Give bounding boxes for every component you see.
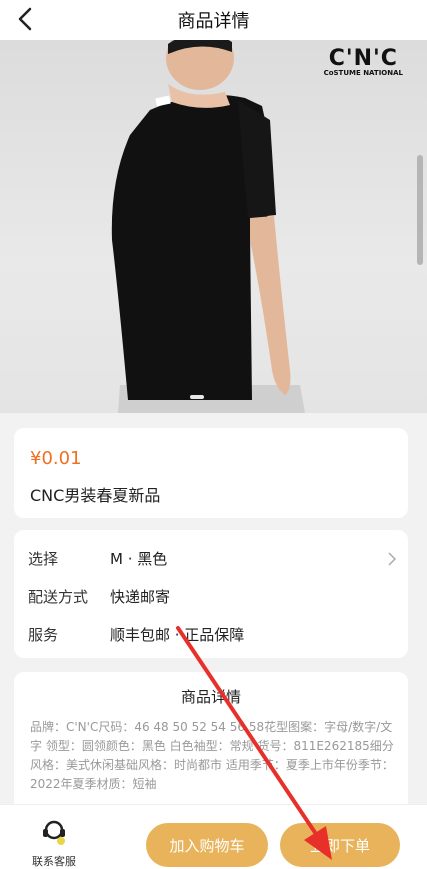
bottom-action-bar: 联系客服 加入购物车 立即下单 [0, 804, 427, 869]
back-button[interactable] [10, 4, 40, 34]
option-value: M · 黑色 [110, 549, 168, 568]
option-label: 服务 [28, 625, 59, 644]
customer-service-button[interactable]: 联系客服 [24, 817, 84, 869]
product-name: CNC男装春夏新品 [30, 486, 161, 505]
option-service-row: 服务 顺丰包邮 · 正品保障 [28, 622, 244, 646]
option-delivery-row: 配送方式 快递邮寄 [28, 584, 170, 608]
detail-text: 品牌：C'N'C尺码：46 48 50 52 54 56 58花型图案：字母/数… [30, 720, 394, 791]
add-to-cart-button[interactable]: 加入购物车 [146, 823, 268, 867]
option-label: 选择 [28, 549, 59, 568]
buy-now-button[interactable]: 立即下单 [280, 823, 400, 867]
brand-logo: C'N'C CoSTUME NATIONAL [323, 46, 403, 77]
headset-icon [43, 820, 65, 845]
detail-title: 商品详情 [180, 688, 241, 706]
product-image[interactable]: C'N'C CoSTUME NATIONAL [0, 40, 427, 413]
page-title: 商品详情 [177, 11, 250, 32]
chevron-left-icon [18, 7, 32, 31]
option-select-row[interactable]: 选择 M · 黑色 [28, 546, 167, 570]
chevron-right-icon[interactable] [388, 552, 397, 570]
detail-card: 商品详情 品牌：C'N'C尺码：46 48 50 52 54 56 58花型图案… [14, 672, 408, 822]
top-bar: 商品详情 [0, 0, 427, 40]
product-photo [111, 40, 305, 413]
carousel-indicator [190, 395, 204, 399]
scrollbar[interactable] [417, 155, 423, 265]
option-value: 顺丰包邮 · 正品保障 [110, 625, 245, 644]
options-card: 选择 M · 黑色 配送方式 快递邮寄 服务 顺丰包邮 · 正品保障 [14, 530, 408, 658]
price: ¥0.01 [30, 448, 82, 469]
option-value: 快递邮寄 [110, 587, 171, 606]
service-label: 联系客服 [32, 855, 76, 868]
option-label: 配送方式 [28, 587, 89, 606]
price-card: ¥0.01 CNC男装春夏新品 [14, 428, 408, 518]
